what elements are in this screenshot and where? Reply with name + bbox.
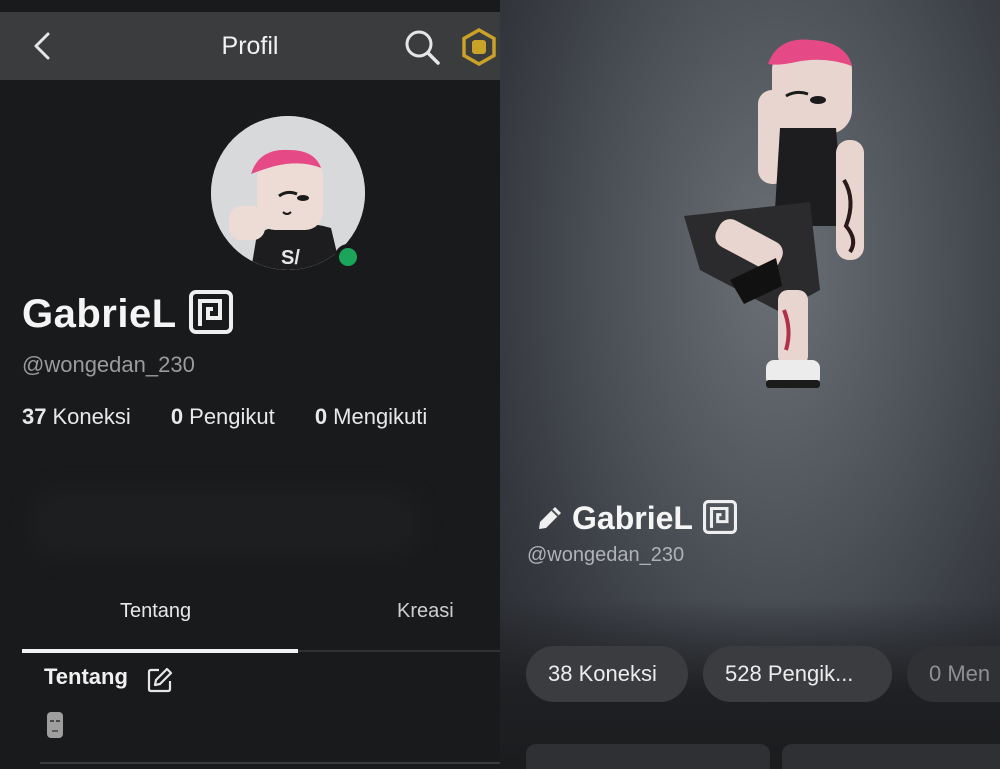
connections-pill[interactable]: 38 Koneksi [526, 646, 688, 702]
stat-connections[interactable]: 37 Koneksi [22, 404, 131, 430]
avatar[interactable]: S/ [211, 116, 365, 270]
moai-icon [47, 712, 63, 738]
section-divider [40, 762, 500, 764]
followers-pill[interactable]: 528 Pengik... [703, 646, 892, 702]
robux-button[interactable] [460, 27, 498, 67]
display-name-row: GabrieL [536, 499, 737, 538]
about-title: Tentang [44, 664, 128, 689]
stat-value: 0 [170, 404, 184, 429]
search-icon [405, 30, 440, 65]
action-button[interactable] [526, 744, 770, 769]
username: @wongedan_230 [22, 352, 195, 377]
stats-row: 37 Koneksi 0 Pengikut 0 Mengikuti [22, 404, 461, 430]
stat-value: 37 [22, 404, 47, 429]
edit-about-button[interactable] [146, 666, 174, 694]
online-status-indicator [335, 244, 361, 270]
display-name: GabrieL [572, 500, 693, 536]
top-bar: Profil [0, 12, 500, 80]
stat-label: Mengikuti [333, 404, 428, 429]
svg-text:S/: S/ [281, 247, 300, 269]
premium-badge-icon [702, 499, 737, 534]
display-name-row: GabrieL [22, 290, 233, 338]
stat-label: Koneksi [52, 404, 131, 429]
profile-panel-left: Profil S/ GabrieL @wongedan_230 37 Konek… [0, 0, 500, 769]
tab-tentang[interactable]: Tentang [120, 600, 191, 623]
active-tab-indicator [22, 649, 298, 653]
following-pill[interactable]: 0 Men [907, 646, 1000, 702]
display-name: GabrieL [22, 292, 177, 336]
edit-icon [147, 667, 173, 693]
blurred-area [30, 488, 420, 558]
avatar-3d-render [684, 39, 864, 388]
search-button[interactable] [403, 28, 441, 66]
username: @wongedan_230 [527, 544, 685, 566]
stat-value: 0 [314, 404, 328, 429]
action-button[interactable] [782, 744, 1000, 769]
robux-icon [462, 27, 496, 67]
pencil-icon[interactable] [536, 504, 564, 532]
stat-label: Pengikut [189, 404, 275, 429]
premium-badge-icon [188, 290, 233, 335]
tab-kreasi[interactable]: Kreasi [397, 600, 454, 623]
stat-following[interactable]: 0 Mengikuti [315, 404, 427, 430]
stat-followers[interactable]: 0 Pengikut [171, 404, 275, 430]
profile-panel-right: GabrieL @wongedan_230 38 Koneksi 528 Pen… [500, 0, 1000, 769]
